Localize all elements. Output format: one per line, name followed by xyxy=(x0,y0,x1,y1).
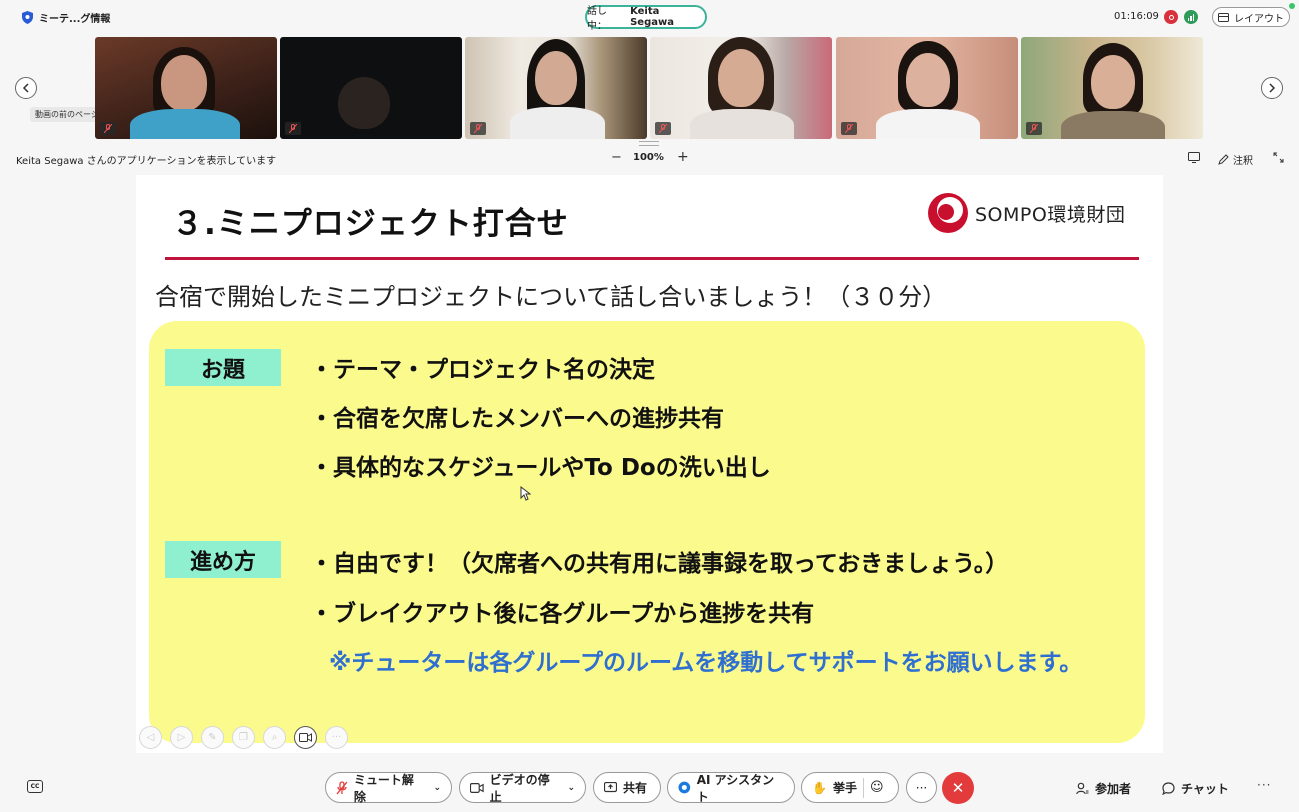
zoom-level: 100% xyxy=(633,152,664,163)
zoom-icon[interactable]: ⌕ xyxy=(263,726,286,749)
topic-item: ・具体的なスケジュールやTo Doの洗い出し xyxy=(310,455,771,481)
title-divider xyxy=(165,257,1139,260)
muted-mic-icon xyxy=(470,122,486,135)
layout-button[interactable]: レイアウト xyxy=(1212,7,1290,27)
annotate-label: 注釈 xyxy=(1233,156,1253,167)
participant-video-tile[interactable] xyxy=(650,37,832,139)
zoom-in-button[interactable]: + xyxy=(677,149,689,165)
copy-icon[interactable]: ❐ xyxy=(232,726,255,749)
participant-video-tile[interactable] xyxy=(95,37,277,139)
speaking-prefix: 話し中： xyxy=(587,6,607,32)
muted-mic-icon xyxy=(1026,122,1042,135)
resize-handle[interactable] xyxy=(639,141,659,146)
top-bar: ミーテ...グ情報 話し中： Keita Segawa 01:16:09 レイア… xyxy=(0,0,1299,34)
unmute-button[interactable]: ミュート解除 ⌄ xyxy=(325,772,452,804)
method-item: ・自由です！（欠席者への共有用に議事録を取っておきましょう。） xyxy=(310,551,1009,577)
muted-mic-icon xyxy=(285,122,301,135)
content-panel: お題 ・テーマ・プロジェクト名の決定 ・合宿を欠席したメンバーへの進捗共有 ・具… xyxy=(149,321,1145,743)
video-prev-page-button[interactable] xyxy=(15,77,37,99)
muted-mic-icon xyxy=(655,122,671,135)
share-screen-icon xyxy=(604,782,617,793)
topic-item: ・テーマ・プロジェクト名の決定 xyxy=(310,357,655,383)
sharing-label: Keita Segawa さんのアプリケーションを表示しています xyxy=(16,156,277,167)
topics-label: お題 xyxy=(165,349,281,386)
closed-captions-button[interactable]: CC xyxy=(27,780,43,793)
video-next-page-button[interactable] xyxy=(1261,77,1283,99)
method-item: ・ブレイクアウト後に各グループから進捗を共有 xyxy=(310,601,815,627)
slide-toolbar: ◁ ▷ ✎ ❐ ⌕ ··· xyxy=(139,726,348,749)
share-button[interactable]: 共有 xyxy=(593,772,661,803)
chevron-down-icon[interactable]: ⌄ xyxy=(567,783,575,793)
mouse-cursor-icon xyxy=(520,486,531,501)
participants-icon xyxy=(1076,782,1089,795)
chevron-left-icon xyxy=(22,83,29,93)
ai-assistant-button[interactable]: AI アシスタント xyxy=(667,772,795,804)
chat-button[interactable]: チャット xyxy=(1162,780,1229,797)
tutor-note: ※チューターは各グループのルームを移動してサポートをお願いします。 xyxy=(329,650,1083,676)
participant-video-tile[interactable] xyxy=(280,37,462,139)
hand-icon: ✋ xyxy=(812,780,827,795)
ai-assistant-icon xyxy=(678,781,691,794)
layout-label: レイアウト xyxy=(1234,13,1284,25)
active-speaker-indicator: 話し中： Keita Segawa xyxy=(585,5,707,32)
shield-icon xyxy=(22,11,33,24)
chat-label: チャット xyxy=(1181,782,1229,796)
muted-mic-icon xyxy=(336,780,348,794)
slide-subtitle: 合宿で開始したミニプロジェクトについて話し合いましょう！（３０分） xyxy=(155,283,947,311)
stop-video-button[interactable]: ビデオの停止 ⌄ xyxy=(459,772,586,804)
next-slide-icon[interactable]: ▷ xyxy=(170,726,193,749)
more-options-icon[interactable]: ··· xyxy=(325,726,348,749)
sompo-logo: SOMPO環境財団 xyxy=(928,193,1125,233)
remote-control-icon[interactable] xyxy=(1188,152,1200,163)
chat-icon xyxy=(1162,782,1175,795)
prev-slide-icon[interactable]: ◁ xyxy=(139,726,162,749)
topic-item: ・合宿を欠席したメンバーへの進捗共有 xyxy=(310,406,724,432)
participants-label: 参加者 xyxy=(1095,782,1132,796)
raise-hand-button[interactable]: ✋ 挙手 ☺ xyxy=(801,772,899,803)
participants-button[interactable]: 参加者 xyxy=(1076,780,1131,797)
raise-hand-label: 挙手 xyxy=(832,781,857,795)
zoom-out-button[interactable]: − xyxy=(611,150,622,165)
participant-video-tile[interactable] xyxy=(465,37,647,139)
muted-mic-icon xyxy=(100,122,116,135)
slide-title: ３.ミニプロジェクト打合せ xyxy=(172,206,569,242)
chevron-down-icon[interactable]: ⌄ xyxy=(433,783,441,793)
chevron-right-icon xyxy=(1269,83,1276,93)
more-options-button[interactable]: ··· xyxy=(1257,778,1271,792)
meeting-info-label: ミーテ...グ情報 xyxy=(39,14,111,25)
recording-icon[interactable] xyxy=(1164,10,1178,24)
more-button[interactable]: ··· xyxy=(906,772,937,803)
stop-video-label: ビデオの停止 xyxy=(489,772,550,804)
ai-assistant-label: AI アシスタント xyxy=(696,772,775,804)
muted-mic-icon xyxy=(841,122,857,135)
network-status-icon[interactable] xyxy=(1184,10,1198,24)
close-icon: ✕ xyxy=(951,779,965,797)
draw-icon[interactable]: ✎ xyxy=(201,726,224,749)
status-dot xyxy=(1289,3,1295,9)
participant-video-tile[interactable] xyxy=(836,37,1018,139)
fullscreen-icon[interactable] xyxy=(1273,152,1284,163)
leave-meeting-button[interactable]: ✕ xyxy=(942,772,974,804)
logo-mark xyxy=(928,193,968,233)
participant-video-tile[interactable] xyxy=(1021,37,1203,139)
speaker-name: Keita Segawa xyxy=(630,6,674,28)
layout-icon xyxy=(1218,12,1229,22)
shared-slide: ３.ミニプロジェクト打合せ SOMPO環境財団 合宿で開始したミニプロジェクトに… xyxy=(136,175,1163,753)
divider xyxy=(862,777,864,798)
meeting-info-button[interactable]: ミーテ...グ情報 xyxy=(22,10,110,25)
camera-icon[interactable] xyxy=(294,726,317,749)
share-info-bar: Keita Segawa さんのアプリケーションを表示しています − 100% … xyxy=(0,148,1299,170)
reaction-icon[interactable]: ☺ xyxy=(870,780,884,795)
annotate-button[interactable]: 注釈 xyxy=(1218,152,1253,167)
unmute-label: ミュート解除 xyxy=(353,772,414,804)
pen-icon xyxy=(1218,154,1229,165)
video-camera-icon xyxy=(470,782,484,793)
method-label: 進め方 xyxy=(165,541,281,578)
meeting-timer: 01:16:09 xyxy=(1114,11,1159,22)
logo-text: SOMPO環境財団 xyxy=(975,203,1126,226)
share-label: 共有 xyxy=(623,781,648,795)
